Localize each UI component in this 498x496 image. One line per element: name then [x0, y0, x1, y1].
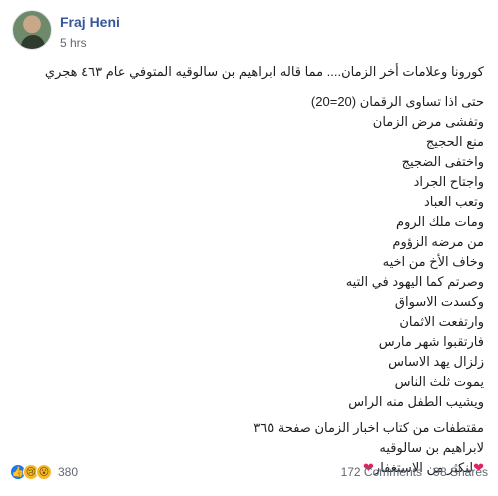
post-line: وخاف الأخ من اخيه	[382, 254, 484, 269]
post-line: منع الحجيج	[425, 134, 484, 149]
post-stats: 172 Comments 98 Shares	[333, 465, 488, 479]
reaction-count[interactable]: 380	[58, 465, 78, 479]
comments-count[interactable]: 172 Comments	[341, 465, 422, 479]
shares-count[interactable]: 98 Shares	[433, 465, 488, 479]
post-line: واختفى الضجيج	[401, 154, 484, 169]
avatar[interactable]	[12, 10, 52, 50]
post-footer: 👍 😢 😮 380 172 Comments 98 Shares	[10, 460, 488, 484]
author-name[interactable]: Fraj Heni	[60, 14, 120, 30]
post-line: وتفشى مرض الزمان	[372, 114, 484, 129]
source-line: لابراهيم بن سالوقيه	[379, 440, 484, 455]
post-line: وارتفعت الاثمان	[399, 314, 484, 329]
post-line: ويشيب الطفل منه الراس	[348, 394, 484, 409]
post-line: حتى اذا تساوى الرقمان (20=20)	[310, 94, 484, 109]
post-time[interactable]: 5 hrs	[60, 36, 87, 50]
source-line: مقتطفات من كتاب اخبار الزمان صفحة ٣٦٥	[253, 420, 484, 435]
post-line: يموت ثلث الناس	[394, 374, 484, 389]
post-title: كورونا وعلامات أخر الزمان.... مما قاله ا…	[44, 64, 484, 79]
post-line: ومات ملك الروم	[396, 214, 484, 229]
post-text: كورونا وعلامات أخر الزمان.... مما قاله ا…	[14, 62, 484, 478]
post-line: وكسدت الاسواق	[394, 294, 484, 309]
post-line: واجتاح الجراد	[413, 174, 484, 189]
post-line: وصرتم كما اليهود في التيه	[345, 274, 484, 289]
reactions[interactable]: 👍 😢 😮 380	[10, 464, 78, 480]
post-line: زلزال يهد الاساس	[388, 354, 484, 369]
post-line: فارتقبوا شهر مارس	[378, 334, 484, 349]
post-line: وتعب العباد	[423, 194, 484, 209]
post-line: من مرضه الزؤوم	[392, 234, 484, 249]
post-header: Fraj Heni 5 hrs	[12, 10, 486, 54]
wow-icon: 😮	[36, 464, 52, 480]
